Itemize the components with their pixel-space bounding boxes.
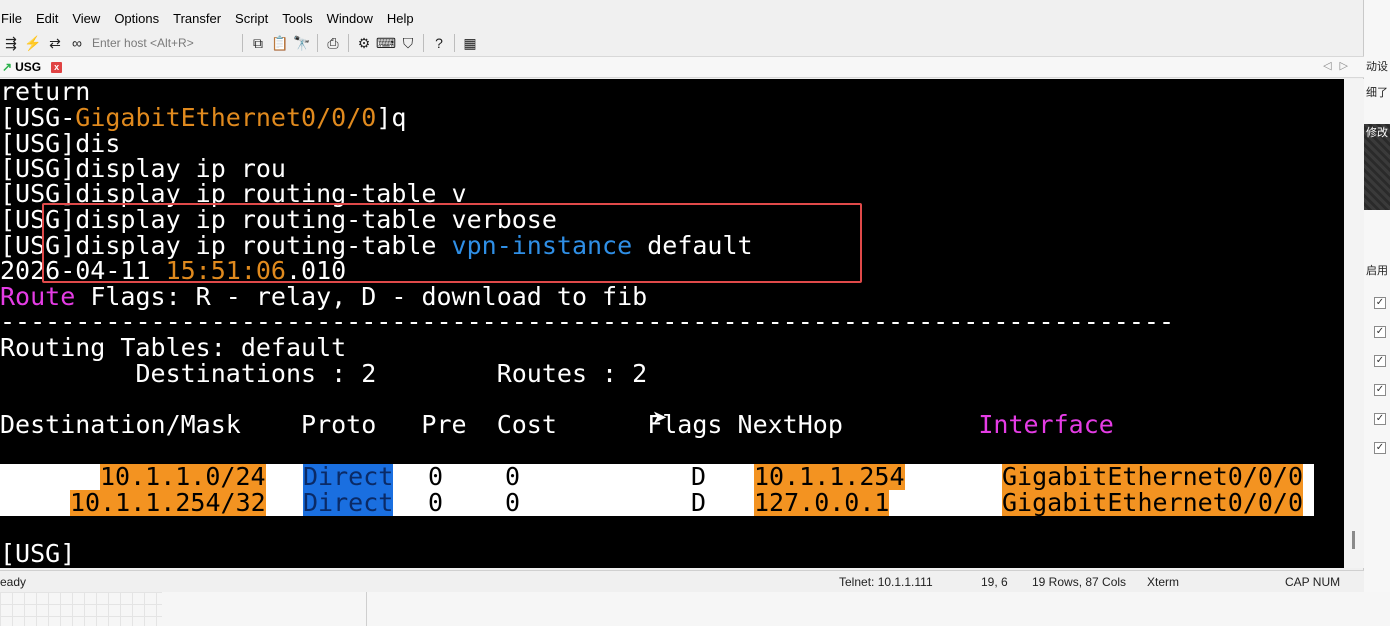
toolbar-divider	[348, 34, 349, 52]
route-interface: GigabitEthernet0/0/0	[1002, 488, 1304, 517]
scrollbar-thumb[interactable]	[1352, 531, 1355, 549]
toolbar-divider	[454, 34, 455, 52]
menu-help[interactable]: Help	[380, 8, 421, 30]
toolbar: ⇶ ⚡ ⇄ ∞ ⧉ 📋 🔭 ⎙ ⚙ ⌨ ⛉ ? ▦	[0, 31, 1364, 55]
terminal-prompt: [USG]	[0, 539, 76, 568]
route-destination: 10.1.1.254/32	[70, 488, 266, 517]
toolbar-divider	[317, 34, 318, 52]
tab-title: USG	[15, 60, 42, 74]
terminal-line: return	[0, 79, 91, 106]
menu-edit[interactable]: Edit	[29, 8, 65, 30]
quick-connect-icon[interactable]: ⚡	[22, 32, 44, 54]
reconnect-icon[interactable]: ⇄	[44, 32, 66, 54]
terminal-separator: ----------------------------------------…	[0, 307, 1174, 336]
link-icon[interactable]: ∞	[66, 32, 88, 54]
status-cursor-position: 19, 6	[981, 575, 1008, 589]
routing-table-header: Destination/Mask Proto Pre Cost Flags Ne…	[0, 410, 1114, 439]
background-window-edge: 动设 细了 修改 启用 ✓ ✓ ✓ ✓ ✓ ✓	[1364, 0, 1390, 626]
side-text: 动设	[1366, 61, 1388, 73]
copy-icon[interactable]: ⧉	[247, 32, 269, 54]
terminal-line: [USG-GigabitEthernet0/0/0]q	[0, 103, 407, 132]
terminal-screen[interactable]: return [USG-GigabitEthernet0/0/0]q [USG]…	[0, 79, 1344, 568]
menu-tools[interactable]: Tools	[275, 8, 319, 30]
side-text: 细了	[1366, 87, 1388, 99]
session-tab-bar: ↗ USG x ◁▷	[0, 56, 1364, 78]
terminal-line: Destinations : 2 Routes : 2	[0, 359, 648, 388]
connect-icon[interactable]: ⇶	[0, 32, 22, 54]
host-input[interactable]	[88, 33, 238, 53]
terminal-scrollbar[interactable]	[1344, 79, 1364, 568]
menu-script[interactable]: Script	[228, 8, 275, 30]
checkbox[interactable]: ✓	[1374, 326, 1386, 338]
status-keyboard-locks: CAP NUM	[1285, 575, 1341, 589]
tab-scroll-arrows-icon[interactable]: ◁▷	[1323, 59, 1356, 72]
mouse-cursor-icon: ➤	[652, 407, 668, 427]
gear-icon[interactable]: ⚙	[353, 32, 375, 54]
route-pre: 0	[428, 488, 444, 517]
checkbox[interactable]: ✓	[1374, 297, 1386, 309]
checkbox[interactable]: ✓	[1374, 384, 1386, 396]
route-nexthop: 127.0.0.1	[754, 488, 890, 517]
route-pre: 0	[428, 462, 444, 491]
route-flags: D	[691, 488, 707, 517]
route-cost: 0	[505, 488, 521, 517]
highlight-annotation-box	[42, 203, 862, 283]
side-text: 修改	[1366, 127, 1388, 139]
route-nexthop: 10.1.1.254	[754, 462, 905, 491]
menu-bar: File Edit View Options Transfer Script T…	[0, 8, 1364, 30]
toolbar-divider	[242, 34, 243, 52]
status-bar: eady Telnet: 10.1.1.111 19, 6 19 Rows, 8…	[0, 570, 1364, 592]
help-button[interactable]: ?	[428, 32, 450, 54]
session-tab-usg[interactable]: ↗ USG x	[0, 57, 66, 77]
keymap-icon[interactable]: ⌨	[375, 32, 397, 54]
menu-window[interactable]: Window	[320, 8, 380, 30]
background-divider	[366, 592, 367, 626]
close-icon[interactable]: x	[51, 61, 63, 73]
checkbox[interactable]: ✓	[1374, 413, 1386, 425]
menu-view[interactable]: View	[65, 8, 107, 30]
checkbox[interactable]: ✓	[1374, 442, 1386, 454]
route-cost: 0	[505, 462, 521, 491]
terminal-line: Routing Tables: default	[0, 333, 347, 362]
status-connection: Telnet: 10.1.1.111	[839, 575, 933, 589]
status-terminal-size: 19 Rows, 87 Cols	[1032, 575, 1127, 589]
route-flags: D	[691, 462, 707, 491]
securecrt-window: File Edit View Options Transfer Script T…	[0, 0, 1364, 592]
find-icon[interactable]: 🔭	[291, 32, 313, 54]
menu-file[interactable]: File	[0, 8, 29, 30]
screenshot-icon[interactable]: ▦	[459, 32, 481, 54]
tab-connected-icon: ↗	[2, 60, 13, 74]
print-icon[interactable]: ⎙	[322, 32, 344, 54]
side-text: 启用	[1366, 265, 1388, 277]
menu-options[interactable]: Options	[107, 8, 166, 30]
route-destination: 10.1.1.0/24	[100, 462, 266, 491]
toolbar-divider	[423, 34, 424, 52]
route-proto: Direct	[303, 462, 394, 491]
background-image-strip: 修改	[1364, 124, 1390, 210]
route-interface: GigabitEthernet0/0/0	[1002, 462, 1304, 491]
background-desktop	[0, 592, 1390, 626]
route-proto: Direct	[303, 488, 394, 517]
paste-icon[interactable]: 📋	[269, 32, 291, 54]
status-emulation: Xterm	[1147, 575, 1180, 589]
menu-transfer[interactable]: Transfer	[166, 8, 228, 30]
background-grid	[0, 592, 162, 626]
sftp-icon[interactable]: ⛉	[397, 32, 419, 54]
status-ready: eady	[0, 575, 27, 589]
checkbox[interactable]: ✓	[1374, 355, 1386, 367]
